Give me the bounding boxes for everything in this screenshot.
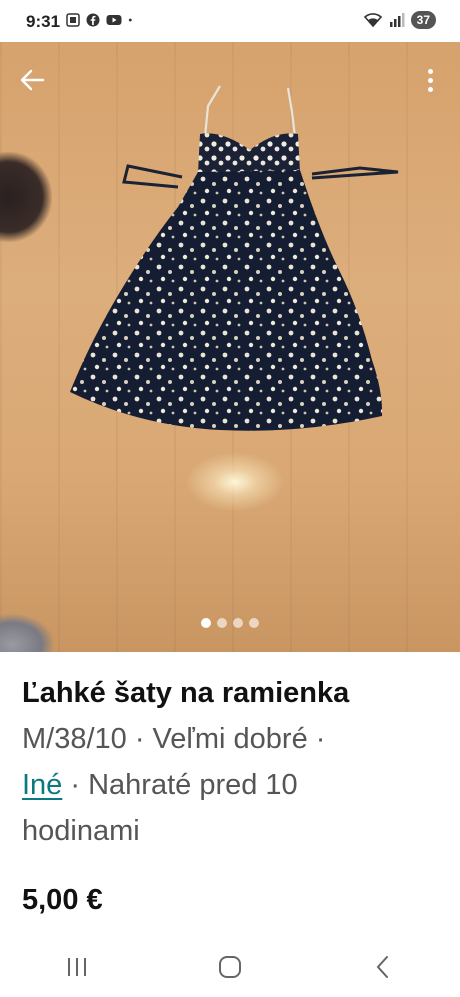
arrow-left-icon: [20, 69, 45, 91]
system-navigation-bar: [0, 937, 460, 997]
listing-upload-time: · Nahraté pred 10: [62, 769, 298, 801]
listing-title: Ľahké šaty na ramienka: [22, 677, 350, 709]
brand-link[interactable]: Iné: [22, 769, 62, 801]
facebook-icon: [86, 13, 100, 27]
page-indicator-dot[interactable]: [201, 618, 211, 628]
back-button[interactable]: [16, 64, 48, 96]
home-button[interactable]: [210, 947, 250, 987]
dot-icon: [128, 18, 132, 22]
listing-info: Ľahké šaty na ramienka M/38/10 · Veľmi d…: [22, 674, 442, 854]
recent-apps-button[interactable]: [57, 947, 97, 987]
youtube-icon: [106, 15, 122, 25]
more-dot-icon: [427, 77, 433, 83]
back-nav-button[interactable]: [363, 947, 403, 987]
photo-page-indicator: [0, 618, 460, 628]
listing-size-condition: M/38/10 · Veľmi dobré ·: [22, 723, 326, 755]
status-notification-icons: [66, 13, 136, 27]
dress-illustration: [70, 85, 399, 431]
page-indicator-dot[interactable]: [217, 618, 227, 628]
page-indicator-dot[interactable]: [249, 618, 259, 628]
more-dot-icon: [427, 86, 433, 92]
battery-indicator: 37: [410, 11, 436, 29]
recent-apps-icon: [67, 958, 86, 976]
listing-price: 5,00 €: [22, 884, 103, 916]
wifi-icon: [363, 13, 382, 28]
more-dot-icon: [427, 68, 433, 74]
status-time: 9:31: [26, 12, 61, 31]
listing-photo[interactable]: [0, 42, 460, 652]
chevron-left-icon: [376, 956, 389, 978]
home-icon: [218, 956, 241, 978]
signal-icon: [389, 13, 405, 27]
status-bar: 9:31 37: [0, 0, 460, 42]
screenshot-icon: [66, 13, 80, 27]
status-system-icons: 37: [363, 11, 436, 29]
listing-upload-time-unit: hodinami: [22, 815, 140, 847]
listing-meta: M/38/10 · Veľmi dobré · Iné · Nahraté pr…: [22, 716, 442, 854]
page-indicator-dot[interactable]: [233, 618, 243, 628]
more-options-button[interactable]: [420, 64, 440, 96]
